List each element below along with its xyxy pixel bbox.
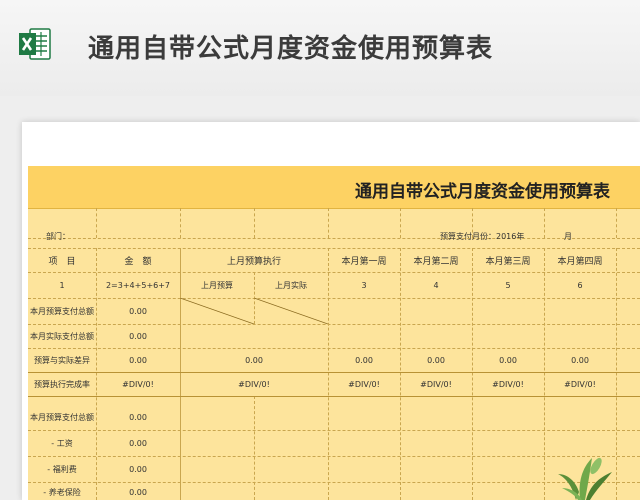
row-w2[interactable]: #DIV/0!: [400, 372, 472, 396]
row-amount[interactable]: 0.00: [96, 484, 180, 500]
row-amount[interactable]: 0.00: [96, 348, 180, 372]
spreadsheet: 通用自带公式月度资金使用预算表 部门： 预算支付月份：2016年 月 项 目 金…: [28, 166, 640, 500]
row-amount[interactable]: #DIV/0!: [96, 372, 180, 396]
row-amount[interactable]: 0.00: [96, 298, 180, 324]
gridline: [28, 482, 640, 483]
gridline: [96, 208, 97, 238]
row-amount[interactable]: 0.00: [96, 456, 180, 482]
row-label: 本月实际支付总额: [30, 331, 94, 341]
diagonal-line: [180, 298, 254, 324]
index-w3: 5: [505, 280, 511, 290]
row-w3[interactable]: #DIV/0!: [472, 372, 544, 396]
sheet-title: 通用自带公式月度资金使用预算表: [355, 182, 610, 202]
gridline: [328, 208, 329, 238]
header-week1: 本月第一周: [341, 256, 387, 267]
row-last[interactable]: 0.00: [180, 348, 328, 372]
header-week2: 本月第二周: [413, 256, 459, 267]
row-w1[interactable]: 0.00: [328, 348, 400, 372]
index-amount: 2=3+4+5+6+7: [105, 280, 171, 290]
title-band: 通用自带公式月度资金使用预算表: [28, 166, 640, 209]
gridline: [616, 208, 617, 238]
row-label: 预算与实际差异: [34, 355, 90, 365]
index-last-actual: 上月实际: [275, 280, 307, 290]
header-week3: 本月第三周: [485, 256, 531, 267]
header-last-month: 上月预算执行: [226, 256, 281, 267]
index-w1: 3: [361, 280, 367, 290]
gridline: [254, 396, 255, 500]
index-w2: 4: [433, 280, 439, 290]
excel-icon: [19, 28, 51, 60]
row-amount[interactable]: 0.00: [96, 324, 180, 348]
index-last-budget: 上月预算: [201, 280, 233, 290]
row-amount[interactable]: 0.00: [96, 404, 180, 430]
diagonal-line: [254, 298, 328, 324]
gridline: [400, 208, 401, 238]
row-label: 本月预算支付总额: [30, 412, 94, 422]
row-label: - 工资: [51, 438, 73, 448]
row-w2[interactable]: 0.00: [400, 348, 472, 372]
gridline: [28, 396, 640, 397]
row-amount[interactable]: 0.00: [96, 430, 180, 456]
gridline: [28, 238, 640, 239]
plant-icon: [558, 457, 612, 500]
row-w1[interactable]: #DIV/0!: [328, 372, 400, 396]
index-item: 1: [59, 280, 65, 290]
month-label: 预算支付月份：2016年: [440, 231, 525, 241]
header-item: 项 目: [48, 256, 76, 267]
row-label: 预算执行完成率: [34, 379, 90, 389]
row-w4[interactable]: 0.00: [544, 348, 616, 372]
row-w4[interactable]: #DIV/0!: [544, 372, 616, 396]
row-label: - 养老保险: [43, 487, 81, 497]
gridline: [254, 208, 255, 238]
month-unit: 月: [564, 231, 572, 241]
row-label: - 福利费: [47, 464, 77, 474]
header-amount: 金 额: [124, 256, 152, 267]
gridline: [180, 208, 181, 238]
index-w4: 6: [577, 280, 583, 290]
gridline: [544, 208, 545, 238]
row-w3[interactable]: 0.00: [472, 348, 544, 372]
row-last[interactable]: #DIV/0!: [180, 372, 328, 396]
page-title: 通用自带公式月度资金使用预算表: [88, 34, 494, 64]
header-week4: 本月第四周: [557, 256, 603, 267]
row-label: 本月预算支付总额: [30, 306, 94, 316]
dept-label: 部门：: [46, 231, 70, 241]
